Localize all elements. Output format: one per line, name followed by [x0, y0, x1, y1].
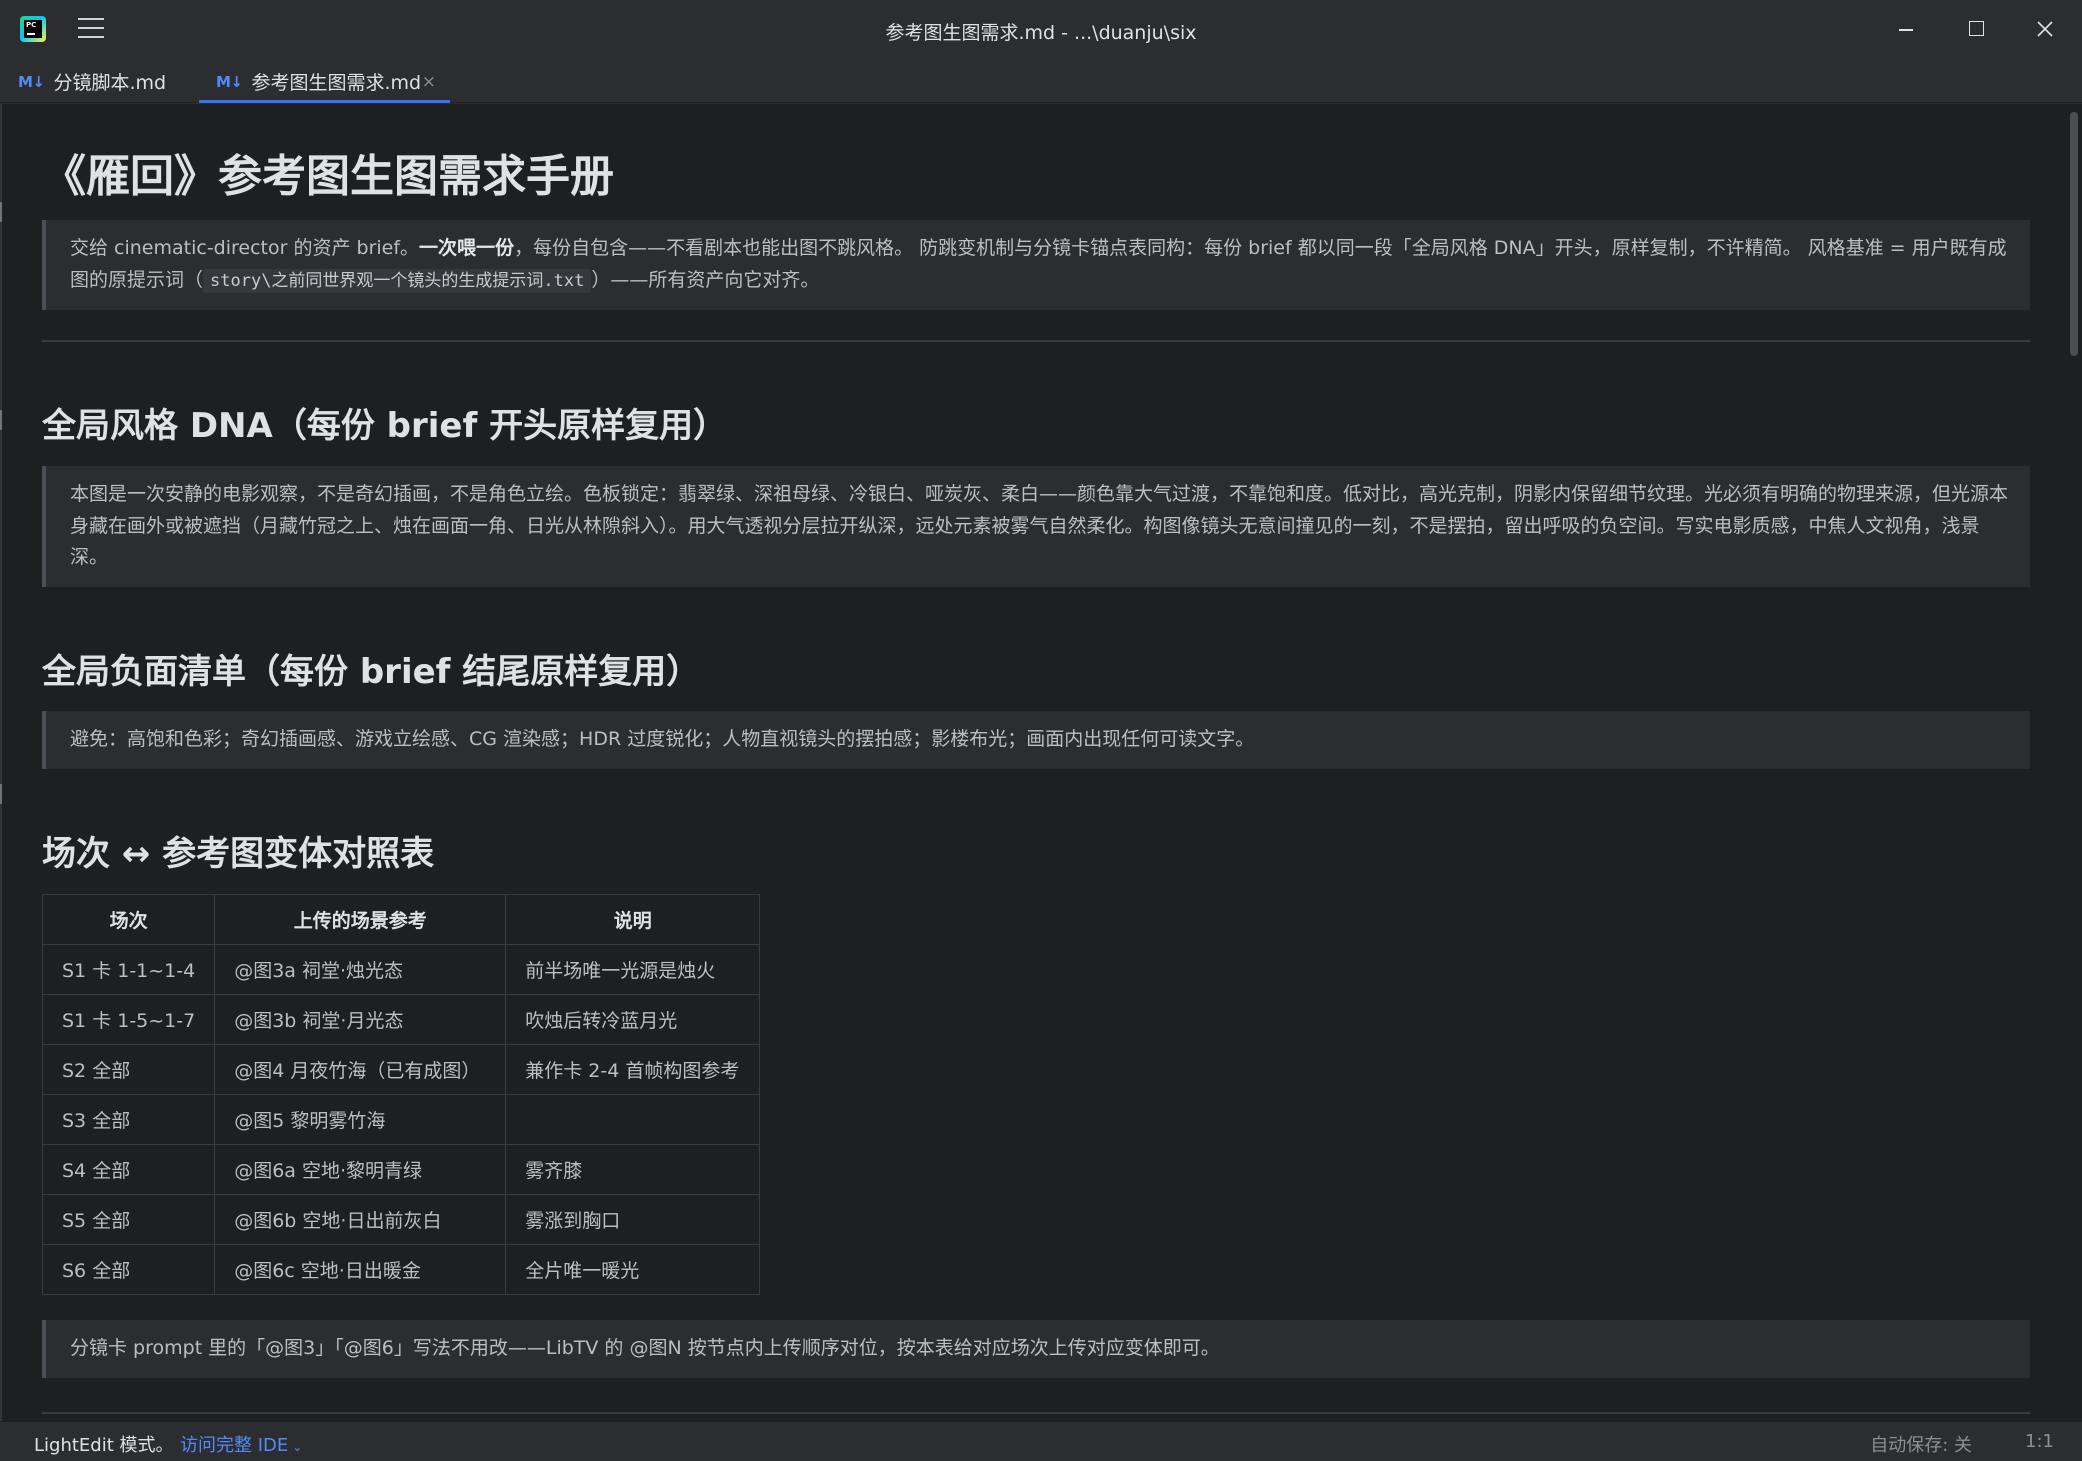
table-cell: S6 全部 [41, 1244, 216, 1295]
minimize-icon [1899, 29, 1913, 31]
page-title: 《雁回》参考图生图需求手册 [42, 151, 614, 202]
table-cell: @图3b 祠堂·月光态 [214, 994, 507, 1045]
column-header: 上传的场景参考 [214, 894, 507, 945]
style-dna-blockquote: 本图是一次安静的电影观察，不是奇幻插画，不是角色立绘。色板锁定：翡翠绿、深祖母绿… [42, 466, 2030, 587]
status-bar: LightEdit 模式。 访问完整 IDE ⌄ 自动保存: 关 1:1 [0, 1421, 2082, 1461]
table-cell: S4 全部 [41, 1144, 216, 1195]
intro-blockquote: 交给 cinematic-director 的资产 brief。一次喂一份，每份… [42, 220, 2030, 310]
caret-position[interactable]: 1:1 [2025, 1431, 2054, 1452]
open-full-ide-link[interactable]: 访问完整 IDE ⌄ [180, 1431, 302, 1457]
table-cell: @图6c 空地·日出暖金 [214, 1244, 507, 1295]
table-row: S1 卡 1-1~1-4 @图3a 祠堂·烛光态 前半场唯一光源是烛火 [41, 944, 761, 995]
heading-variant-table: 场次 ↔ 参考图变体对照表 [42, 834, 435, 874]
column-header: 说明 [505, 894, 761, 945]
table-cell: S1 卡 1-1~1-4 [41, 944, 216, 995]
table-cell: @图4 月夜竹海（已有成图） [214, 1044, 507, 1095]
table-row: S2 全部 @图4 月夜竹海（已有成图） 兼作卡 2-4 首帧构图参考 [41, 1044, 761, 1095]
table-header-row: 场次 上传的场景参考 说明 [41, 894, 761, 945]
variant-table: 场次 上传的场景参考 说明 S1 卡 1-1~1-4 @图3a 祠堂·烛光态 前… [41, 894, 761, 1295]
table-cell: S5 全部 [41, 1194, 216, 1245]
table-cell: @图5 黎明雾竹海 [214, 1094, 507, 1145]
tab-reference-requirements[interactable]: M↓ 参考图生图需求.md × [199, 60, 450, 103]
intro-text-3: ）——所有资产向它对齐。 [591, 268, 820, 291]
markdown-file-icon: M↓ [18, 72, 45, 91]
table-cell: @图6b 空地·日出前灰白 [214, 1194, 507, 1245]
table-row: S6 全部 @图6c 空地·日出暖金 全片唯一暖光 [41, 1244, 761, 1295]
lightedit-mode-label: LightEdit 模式。 [34, 1435, 174, 1456]
table-cell: @图3a 祠堂·烛光态 [214, 944, 507, 995]
markdown-preview[interactable]: 《雁回》参考图生图需求手册 交给 cinematic-director 的资产 … [2, 104, 2066, 1421]
maximize-button[interactable] [1940, 0, 2010, 60]
intro-text-1: 交给 cinematic-director 的资产 brief。 [70, 237, 420, 259]
inline-code-path: story\之前同世界观一个镜头的生成提示词.txt [203, 268, 592, 293]
intro-bold-text: 一次喂一份 [419, 237, 515, 259]
table-row: S1 卡 1-5~1-7 @图3b 祠堂·月光态 吹烛后转冷蓝月光 [41, 994, 761, 1045]
chevron-down-icon: ⌄ [292, 1440, 303, 1454]
table-cell: 兼作卡 2-4 首帧构图参考 [505, 1044, 761, 1095]
table-row: S4 全部 @图6a 空地·黎明青绿 雾齐膝 [41, 1144, 761, 1195]
open-full-ide-label: 访问完整 IDE [180, 1435, 289, 1456]
upload-note-blockquote: 分镜卡 prompt 里的「@图3」「@图6」写法不用改——LibTV 的 @图… [42, 1320, 2030, 1378]
editor-tab-bar: M↓ 分镜脚本.md M↓ 参考图生图需求.md × [0, 60, 2082, 103]
table-cell: 雾齐膝 [505, 1144, 761, 1195]
table-cell: S2 全部 [41, 1044, 216, 1095]
maximize-icon [1969, 21, 1984, 36]
tab-storyboard-script[interactable]: M↓ 分镜脚本.md [18, 60, 196, 103]
scrollbar-thumb[interactable] [2070, 112, 2078, 356]
table-cell: 吹烛后转冷蓝月光 [505, 994, 761, 1045]
pycharm-logo-icon: PC [20, 16, 46, 42]
table-cell: 前半场唯一光源是烛火 [505, 944, 761, 995]
main-menu-icon[interactable] [78, 18, 104, 40]
table-cell: 全片唯一暖光 [505, 1244, 761, 1295]
markdown-file-icon: M↓ [216, 72, 243, 91]
close-window-button[interactable] [2010, 0, 2080, 60]
heading-style-dna: 全局风格 DNA（每份 brief 开头原样复用） [42, 406, 728, 446]
negative-list-blockquote: 避免：高饱和色彩；奇幻插画感、游戏立绘感、CG 渲染感；HDR 过度锐化；人物直… [42, 711, 2030, 769]
heading-negative-list: 全局负面清单（每份 brief 结尾原样复用） [42, 652, 701, 692]
title-bar: PC 参考图生图需求.md - ...\duanju\six [0, 0, 2082, 60]
tab-label: 分镜脚本.md [53, 72, 167, 94]
table-cell: S1 卡 1-5~1-7 [41, 994, 216, 1045]
tab-close-icon[interactable]: × [422, 72, 436, 92]
table-cell: S3 全部 [41, 1094, 216, 1145]
tab-label: 参考图生图需求.md [251, 72, 422, 94]
table-row: S5 全部 @图6b 空地·日出前灰白 雾涨到胸口 [41, 1194, 761, 1245]
window-title: 参考图生图需求.md - ...\duanju\six [885, 22, 1197, 44]
table-cell: 雾涨到胸口 [505, 1194, 761, 1245]
table-row: S3 全部 @图5 黎明雾竹海 [41, 1094, 761, 1145]
horizontal-rule [42, 340, 2030, 342]
vertical-scrollbar[interactable] [2066, 104, 2082, 1421]
autosave-status[interactable]: 自动保存: 关 [1870, 1431, 1972, 1457]
minimize-button[interactable] [1870, 0, 1940, 60]
table-cell: @图6a 空地·黎明青绿 [214, 1144, 507, 1195]
column-header: 场次 [41, 894, 216, 945]
table-cell [505, 1094, 761, 1145]
horizontal-rule [42, 1412, 2030, 1414]
close-icon [2037, 21, 2053, 37]
